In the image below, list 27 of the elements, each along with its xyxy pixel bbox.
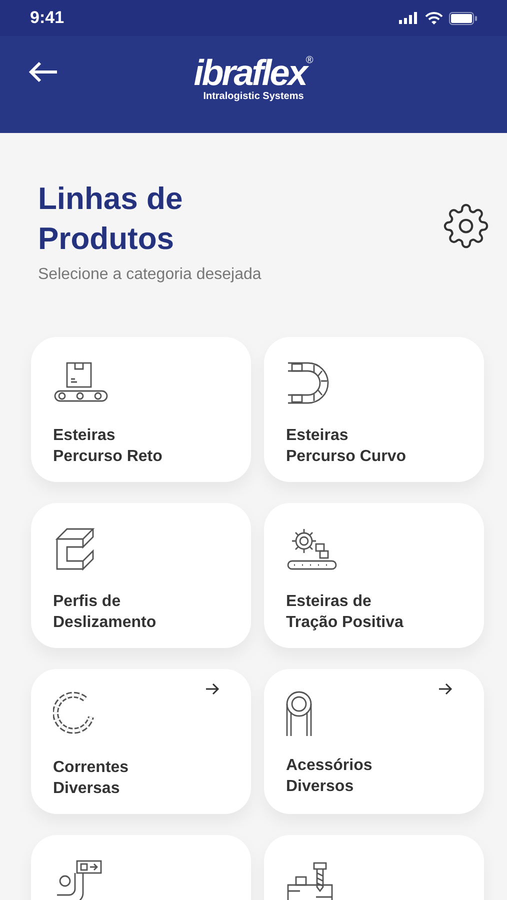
category-label: Esteiras Percurso Reto: [53, 426, 162, 467]
status-time: 9:41: [30, 7, 64, 30]
page-title: Linhas de Produtos: [38, 180, 184, 258]
arrow-right-icon: [206, 683, 220, 695]
settings-icon: [443, 203, 489, 249]
category-card[interactable]: Esteiras de Tração Positiva: [264, 503, 484, 648]
wifi-icon: [425, 12, 443, 24]
roller-icon: [286, 691, 312, 737]
signal-icon: [399, 12, 419, 24]
category-label: Esteiras de Tração Positiva: [286, 592, 404, 633]
logo-tagline: Intralogistic Systems: [203, 90, 304, 102]
category-card[interactable]: Perfis de Deslizamento: [31, 503, 251, 648]
category-label: Esteiras Percurso Curvo: [286, 426, 406, 467]
back-arrow-icon: [28, 61, 58, 83]
arrow-right-icon: [439, 683, 453, 695]
registered-mark: ®: [306, 54, 314, 66]
category-card[interactable]: Correntes Diversas: [31, 669, 251, 814]
settings-button[interactable]: [441, 201, 491, 251]
page-subtitle: Selecione a categoria desejada: [37, 265, 262, 285]
category-label: Perfis de Deslizamento: [53, 592, 156, 633]
category-card[interactable]: Esteiras Percurso Reto: [31, 337, 251, 482]
category-label: Correntes Diversas: [53, 758, 129, 799]
logo-wordmark: ibraflex: [194, 54, 306, 90]
category-card[interactable]: Acessórios Diversos: [264, 669, 484, 814]
battery-icon: [449, 12, 477, 24]
category-card[interactable]: Esteiras Percurso Curvo: [264, 337, 484, 482]
category-label: Acessórios Diversos: [286, 756, 372, 797]
